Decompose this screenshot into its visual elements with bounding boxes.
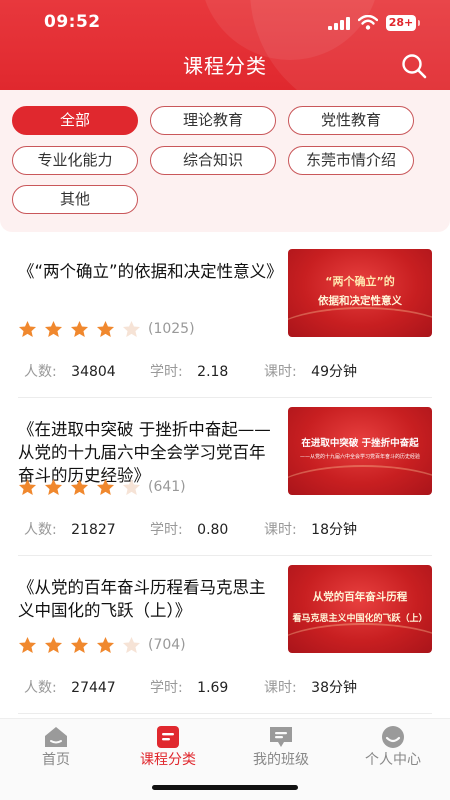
credits-value: 2.18	[197, 364, 229, 380]
people-value: 27447	[71, 680, 116, 696]
tab-profile[interactable]: 个人中心	[337, 719, 449, 779]
star-filled-icon	[44, 320, 63, 338]
filter-chip-professional[interactable]: 专业化能力	[12, 146, 138, 175]
course-list: 《“两个确立”的依据和决定性意义》 “两个确立”的 依据和决定性意义 (1025…	[0, 240, 450, 718]
people-value: 34804	[71, 364, 116, 380]
tab-label: 个人中心	[365, 752, 421, 768]
filter-chip-dongguan[interactable]: 东莞市情介绍	[288, 146, 414, 175]
star-filled-icon	[44, 636, 63, 654]
tab-my-class[interactable]: 我的班级	[225, 719, 337, 779]
people-value: 21827	[71, 522, 116, 538]
credits-label: 学时:	[150, 680, 183, 696]
home-icon	[45, 727, 67, 747]
duration-value: 38分钟	[311, 680, 357, 696]
course-thumbnail[interactable]: “两个确立”的 依据和决定性意义	[288, 249, 432, 337]
thumbnail-text: 在进取中突破 于挫折中奋起	[301, 438, 419, 449]
page-title: 课程分类	[183, 54, 267, 78]
star-filled-icon	[96, 320, 115, 338]
star-filled-icon	[70, 478, 89, 496]
thumbnail-text: ——从党的十九届六中全会学习党百年奋斗的历史经验	[299, 454, 420, 460]
thumbnail-decoration	[288, 307, 432, 337]
rating-count: (641)	[148, 479, 186, 495]
course-card[interactable]: 《“两个确立”的依据和决定性意义》 “两个确立”的 依据和决定性意义 (1025…	[0, 240, 450, 398]
course-title: 《“两个确立”的依据和决定性意义》	[18, 262, 283, 281]
thumbnail-decoration	[288, 623, 432, 653]
thumbnail-text: “两个确立”的	[325, 275, 395, 288]
people-count: 人数: 21827	[24, 521, 116, 539]
duration-value: 18分钟	[311, 522, 357, 538]
thumbnail-text: 看马克思主义中国化的飞跃（上）	[292, 614, 428, 624]
duration-label: 课时:	[264, 364, 297, 380]
duration-label: 课时:	[264, 522, 297, 538]
course-thumbnail[interactable]: 在进取中突破 于挫折中奋起 ——从党的十九届六中全会学习党百年奋斗的历史经验	[288, 407, 432, 495]
rating-count: (1025)	[148, 321, 195, 337]
thumbnail-text: 依据和决定性意义	[318, 295, 402, 307]
star-filled-icon	[18, 478, 37, 496]
credits-label: 学时:	[150, 364, 183, 380]
star-filled-icon	[44, 478, 63, 496]
people-count: 人数: 27447	[24, 679, 116, 697]
star-empty-icon	[122, 636, 141, 654]
rating-count: (704)	[148, 637, 186, 653]
status-bar: 09:52 28+	[0, 0, 450, 46]
course-thumbnail[interactable]: 从党的百年奋斗历程 看马克思主义中国化的飞跃（上）	[288, 565, 432, 653]
star-filled-icon	[18, 636, 37, 654]
people-label: 人数:	[24, 364, 57, 380]
tab-home[interactable]: 首页	[0, 719, 112, 779]
star-filled-icon	[96, 478, 115, 496]
credit-hours: 学时: 2.18	[150, 363, 228, 381]
signal-icon	[328, 17, 350, 30]
people-label: 人数:	[24, 522, 57, 538]
class-icon	[270, 727, 292, 747]
star-empty-icon	[122, 478, 141, 496]
tab-label: 我的班级	[253, 752, 309, 768]
credit-hours: 学时: 1.69	[150, 679, 228, 697]
star-filled-icon	[70, 320, 89, 338]
star-empty-icon	[122, 320, 141, 338]
wifi-icon	[358, 15, 378, 30]
star-filled-icon	[18, 320, 37, 338]
star-filled-icon	[96, 636, 115, 654]
star-filled-icon	[70, 636, 89, 654]
home-indicator	[152, 785, 298, 790]
thumbnail-text: 从党的百年奋斗历程	[312, 591, 408, 603]
filter-chip-other[interactable]: 其他	[12, 185, 138, 214]
battery-indicator: 28+	[386, 15, 420, 31]
card-divider	[18, 713, 432, 714]
credit-hours: 学时: 0.80	[150, 521, 228, 539]
profile-icon	[382, 726, 404, 748]
people-label: 人数:	[24, 680, 57, 696]
course-duration: 课时: 49分钟	[264, 363, 357, 381]
credits-value: 0.80	[197, 522, 229, 538]
duration-value: 49分钟	[311, 364, 357, 380]
filter-chip-general-knowledge[interactable]: 综合知识	[150, 146, 276, 175]
thumbnail-decoration	[288, 465, 432, 495]
category-filter-panel: 全部 理论教育 党性教育 专业化能力 综合知识 东莞市情介绍 其他	[0, 90, 450, 232]
course-duration: 课时: 18分钟	[264, 521, 357, 539]
course-card[interactable]: 《在进取中突破 于挫折中奋起——从党的十九届六中全会学习党百年奋斗的历史经验》 …	[0, 398, 450, 556]
status-time: 09:52	[44, 12, 101, 32]
duration-label: 课时:	[264, 680, 297, 696]
tab-label: 课程分类	[140, 752, 196, 768]
course-title: 《从党的百年奋斗历程看马克思主义中国化的飞跃（上）》	[18, 578, 266, 620]
credits-label: 学时:	[150, 522, 183, 538]
filter-chip-party-spirit[interactable]: 党性教育	[288, 106, 414, 135]
course-category-icon	[157, 726, 179, 748]
course-title: 《在进取中突破 于挫折中奋起——从党的十九届六中全会学习党百年奋斗的历史经验》	[18, 420, 271, 485]
app-header: 09:52 28+ 课程分类	[0, 0, 450, 90]
tab-label: 首页	[42, 752, 70, 768]
course-card[interactable]: 《从党的百年奋斗历程看马克思主义中国化的飞跃（上）》 从党的百年奋斗历程 看马克…	[0, 556, 450, 714]
filter-chip-all[interactable]: 全部	[12, 106, 138, 135]
tab-course-category[interactable]: 课程分类	[112, 719, 224, 779]
credits-value: 1.69	[197, 680, 229, 696]
course-duration: 课时: 38分钟	[264, 679, 357, 697]
filter-chip-theory[interactable]: 理论教育	[150, 106, 276, 135]
search-icon[interactable]	[400, 52, 428, 80]
people-count: 人数: 34804	[24, 363, 116, 381]
